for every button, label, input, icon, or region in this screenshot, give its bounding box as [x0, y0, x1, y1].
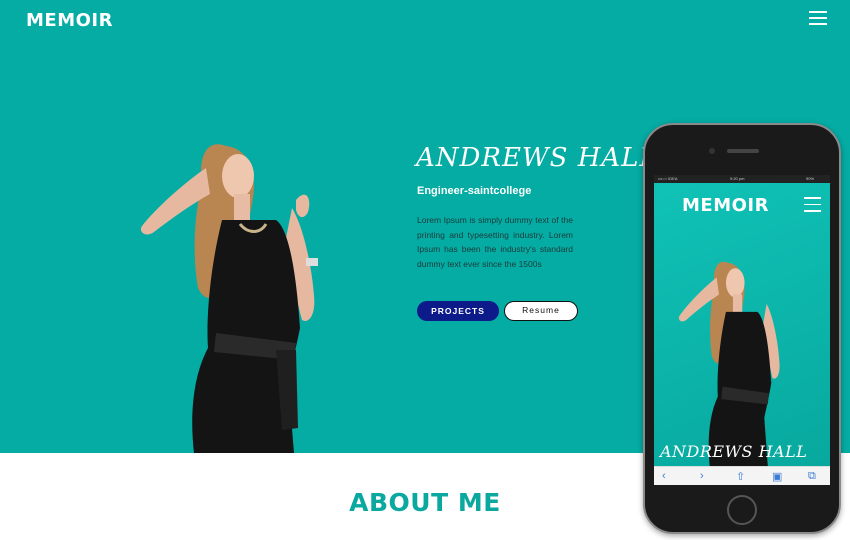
- phone-mockup: •••○○ IDEA 9:20 pm 90% MEMOIR ANDREWS HA…: [643, 123, 841, 534]
- phone-site-logo[interactable]: MEMOIR: [682, 195, 769, 216]
- browser-toolbar: ‹ › ⇧ ▣ ⧉: [654, 466, 830, 485]
- profile-photo: [140, 144, 318, 453]
- person-bio: Lorem Ipsum is simply dummy text of the …: [417, 215, 573, 269]
- status-battery: 90%: [806, 176, 815, 181]
- back-icon[interactable]: ‹: [662, 470, 666, 482]
- phone-screen: •••○○ IDEA 9:20 pm 90% MEMOIR ANDREWS HA…: [654, 175, 830, 485]
- tabs-icon[interactable]: ⧉: [808, 470, 816, 483]
- person-name: ANDREWS HALL: [416, 143, 658, 173]
- projects-button[interactable]: PROJECTS: [417, 301, 499, 321]
- site-logo[interactable]: MEMOIR: [26, 10, 113, 31]
- person-role: Engineer-saintcollege: [417, 185, 532, 197]
- hamburger-menu-icon[interactable]: [809, 11, 827, 27]
- forward-icon[interactable]: ›: [700, 470, 704, 482]
- phone-hero: MEMOIR ANDREWS HALL: [654, 183, 830, 466]
- status-bar: •••○○ IDEA 9:20 pm 90%: [654, 175, 830, 183]
- resume-button[interactable]: Resume: [504, 301, 578, 321]
- phone-person-name: ANDREWS HALL: [660, 442, 808, 461]
- share-icon[interactable]: ⇧: [736, 470, 745, 483]
- bookmarks-icon[interactable]: ▣: [772, 470, 782, 483]
- camera-icon: [709, 148, 715, 154]
- phone-hamburger-menu-icon[interactable]: [804, 197, 821, 212]
- status-carrier: •••○○ IDEA: [658, 176, 678, 181]
- home-button[interactable]: [727, 495, 757, 525]
- speaker-icon: [727, 149, 759, 153]
- phone-profile-photo: [678, 261, 780, 466]
- status-time: 9:20 pm: [730, 176, 745, 181]
